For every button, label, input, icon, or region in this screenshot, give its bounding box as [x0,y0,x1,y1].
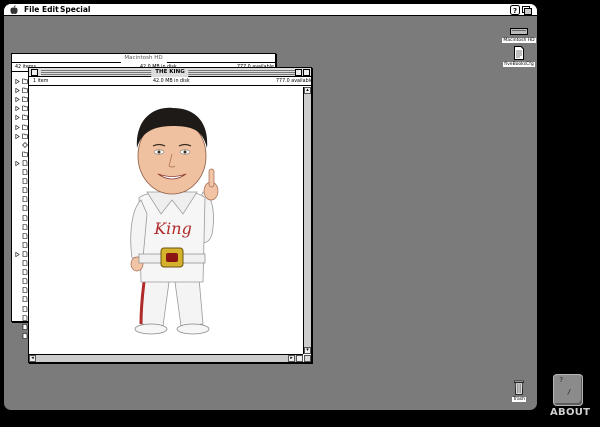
horizontal-scrollbar[interactable]: ◂ ▸ [29,354,303,362]
scroll-up-arrow-icon[interactable]: ▴ [304,87,311,94]
scroll-thumb[interactable] [296,355,303,362]
scroll-right-arrow-icon[interactable]: ▸ [288,355,295,362]
apple-menu-icon[interactable] [9,5,19,15]
hard-drive-icon [510,28,528,35]
desktop-icon-label: Macintosh HD [502,38,536,43]
desktop-icon-macintosh-hd[interactable]: Macintosh HD [502,27,536,43]
window-title: Macintosh HD [120,54,167,63]
vertical-scrollbar[interactable]: ▴ ▾ [303,87,311,354]
disclosure-triangle-icon[interactable] [15,124,20,130]
zoom-box-icon[interactable] [295,69,302,76]
menu-file[interactable]: File [24,5,39,15]
resize-box-icon[interactable] [304,355,311,362]
disclosure-triangle-icon[interactable] [15,97,20,103]
desktop: File Edit Special ? Macintosh HD fiveBoo… [4,4,537,410]
disclosure-triangle-icon[interactable] [15,133,20,139]
scroll-down-arrow-icon[interactable]: ▾ [304,347,311,354]
menu-edit[interactable]: Edit [42,5,59,15]
about-button[interactable]: ? / ABOUT [550,374,591,418]
shirt-lettering: King [153,219,192,238]
disclosure-triangle-icon[interactable] [15,160,20,166]
collapse-box-icon[interactable] [303,69,310,76]
disclosure-triangle-icon[interactable] [15,88,20,94]
menu-special[interactable]: Special [60,5,91,15]
about-label: ABOUT [550,407,591,418]
disclosure-triangle-icon[interactable] [15,106,20,112]
desktop-icon-label: fiveBooksCfg [503,62,535,67]
desktop-icon-document[interactable]: fiveBooksCfg [502,46,536,67]
trash-icon [514,380,524,395]
window-title-bar[interactable]: Macintosh HD [12,54,275,63]
window-title-bar[interactable]: THE KING [29,68,311,77]
window-info-bar: 1 item 42.0 MB in disk 777.0 available [29,78,313,86]
scroll-left-arrow-icon[interactable]: ◂ [29,355,36,362]
about-key-icon: ? / [553,374,583,406]
help-icon[interactable]: ? [510,5,520,15]
menu-bar: File Edit Special ? [4,4,537,16]
desktop-icon-label: Trash [512,397,526,402]
close-box-icon[interactable] [31,69,38,76]
document-icon [514,46,524,60]
items-count: 1 item [33,79,49,84]
svg-text:?: ? [513,7,517,15]
application-menu-icon[interactable] [522,5,532,15]
window-title: THE KING [151,68,189,77]
desktop-icon-trash[interactable]: Trash [507,380,531,402]
available-space: 777.0 available [276,79,313,84]
disk-usage: 42.0 MB in disk [153,79,190,84]
disclosure-triangle-icon[interactable] [15,115,20,121]
window-the-king[interactable]: THE KING 1 item 42.0 MB in disk 777.0 av… [28,67,313,363]
disclosure-triangle-icon[interactable] [15,79,20,84]
king-caricature-image: King [130,107,219,335]
disclosure-triangle-icon[interactable] [15,251,20,257]
